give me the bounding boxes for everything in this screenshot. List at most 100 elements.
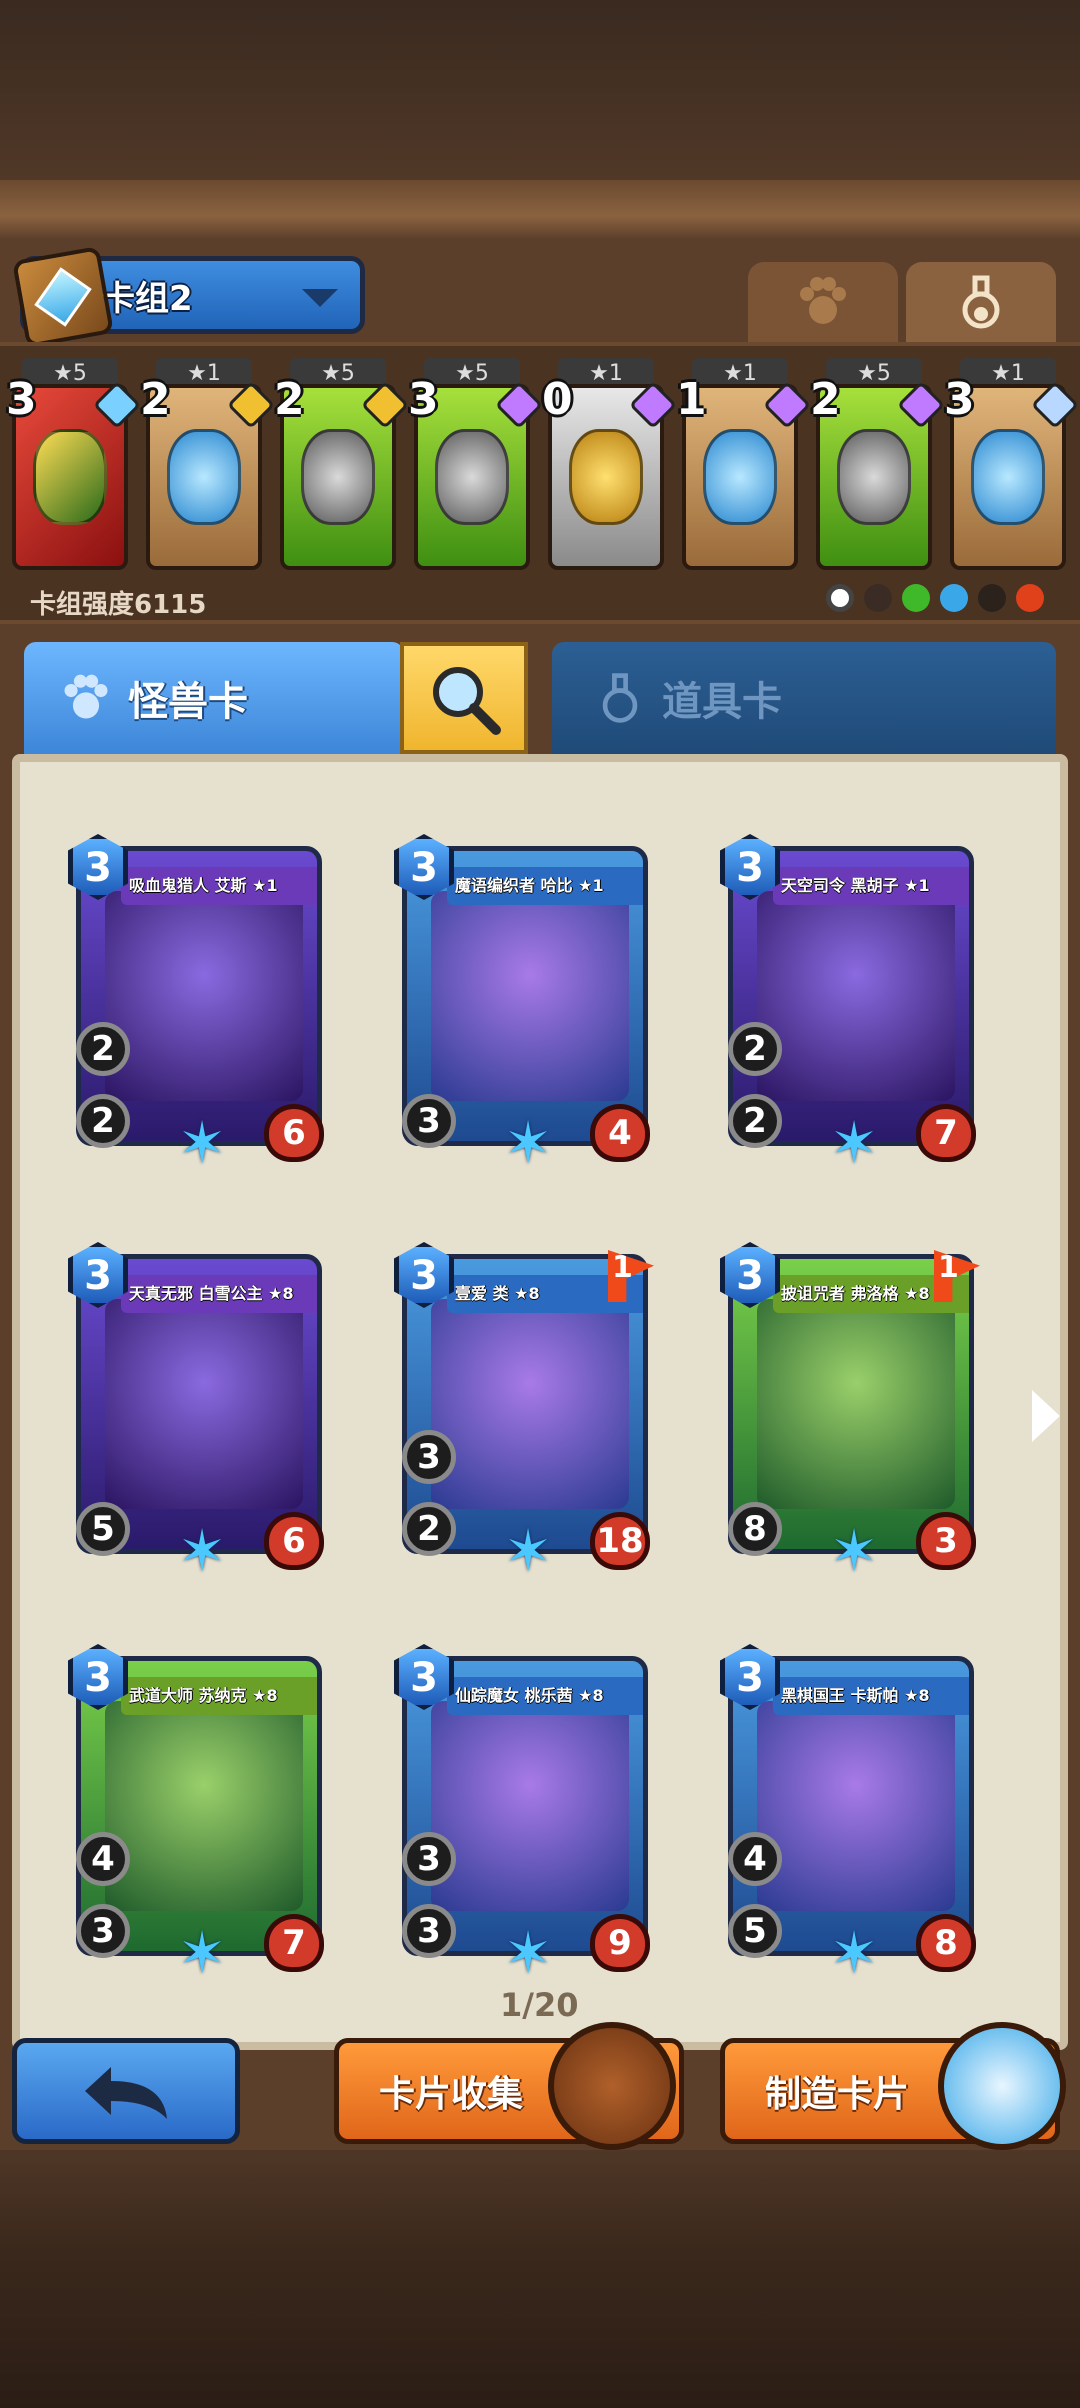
deck-card[interactable]: ★5 2: [810, 358, 946, 572]
card-health: 7: [916, 1104, 976, 1162]
tab-monster-filter[interactable]: [748, 262, 898, 342]
card-health: 6: [264, 1512, 324, 1570]
card-art: [431, 1701, 629, 1911]
card-art: [105, 1299, 303, 1509]
shadow-element-icon: [978, 584, 1006, 612]
card-health: 18: [590, 1512, 650, 1570]
card-health: 7: [264, 1914, 324, 1972]
card-attack: 5: [728, 1904, 782, 1958]
card-attack: 3: [402, 1094, 456, 1148]
deck-card-art: [837, 429, 911, 525]
card-art: [431, 891, 629, 1101]
card-health: 9: [590, 1914, 650, 1972]
back-button[interactable]: [12, 2038, 240, 2144]
page-indicator: 1/20: [500, 1986, 579, 2024]
star-rank-icon: ✶: [503, 1109, 553, 1177]
card-attack: 5: [76, 1502, 130, 1556]
star-rank-icon: ✶: [829, 1109, 879, 1177]
deck-card-art: [703, 429, 777, 525]
card-stat-top: 2: [76, 1022, 130, 1076]
card-attack: 8: [728, 1502, 782, 1556]
craft-potion-icon: [938, 2022, 1066, 2150]
fire-element-icon: [1016, 584, 1044, 612]
deck-card-art: [569, 429, 643, 525]
card-name: 仙踪魔女 桃乐茜 ★8: [447, 1677, 643, 1715]
deck-card-count: 0: [542, 374, 573, 425]
card-art: [105, 891, 303, 1101]
card-name: 黑棋国王 卡斯帕 ★8: [773, 1677, 969, 1715]
deck-card-art: [167, 429, 241, 525]
deck-card-art: [33, 429, 107, 525]
white-element-icon: [826, 584, 854, 612]
star-rank-icon: ✶: [503, 1517, 553, 1585]
star-rank-icon: ✶: [177, 1517, 227, 1585]
dark-element-icon: [864, 584, 892, 612]
search-icon: [433, 667, 501, 735]
paw-icon: [64, 674, 108, 719]
monster-card[interactable]: 吸血鬼猎人 艾斯 ★1 3 2 2 6 ✶: [68, 826, 330, 1172]
deck-card-count: 2: [274, 374, 305, 425]
deck-power: 卡组强度6115: [30, 590, 207, 620]
deck-card[interactable]: ★5 3: [6, 358, 142, 572]
tab-item-label: 道具卡: [662, 679, 782, 725]
monster-card[interactable]: 黑棋国王 卡斯帕 ★8 3 4 5 8 ✶: [720, 1636, 982, 1982]
monster-card[interactable]: 武道大师 苏纳克 ★8 3 4 3 7 ✶: [68, 1636, 330, 1982]
monster-card[interactable]: 魔语编织者 哈比 ★1 3 3 4 ✶: [394, 826, 656, 1172]
card-attack: 2: [402, 1502, 456, 1556]
deck-card-count: 2: [140, 374, 171, 425]
deck-book-icon: [12, 246, 114, 348]
monster-card[interactable]: 仙踪魔女 桃乐茜 ★8 3 3 3 9 ✶: [394, 1636, 656, 1982]
star-rank-icon: ✶: [177, 1109, 227, 1177]
potion-icon: [962, 275, 1000, 329]
deck-card[interactable]: ★5 3: [408, 358, 544, 572]
chevron-down-icon: [302, 289, 338, 307]
card-name: 天空司令 黑胡子 ★1: [773, 867, 969, 905]
deck-card-art: [435, 429, 509, 525]
deck-card[interactable]: ★1 0: [542, 358, 678, 572]
deck-card[interactable]: ★1 3: [944, 358, 1080, 572]
star-rank-icon: ✶: [829, 1517, 879, 1585]
search-button[interactable]: [400, 642, 528, 754]
card-attack: 2: [76, 1094, 130, 1148]
potion-icon: [602, 673, 638, 723]
card-collection-label: 卡片收集: [379, 2074, 524, 2115]
monster-card[interactable]: 天空司令 黑胡子 ★1 3 2 2 7 ✶: [720, 826, 982, 1172]
card-attack: 3: [76, 1904, 130, 1958]
top-wood-band: [0, 180, 1080, 240]
star-rank-icon: ✶: [177, 1919, 227, 1987]
tab-item-filter[interactable]: [906, 262, 1056, 342]
card-health: 6: [264, 1104, 324, 1162]
tab-monster-label: 怪兽卡: [128, 679, 248, 725]
deck-card[interactable]: ★1 2: [140, 358, 276, 572]
deck-card[interactable]: ★1 1: [676, 358, 812, 572]
paw-icon: [800, 277, 846, 324]
deck-card-count: 3: [944, 374, 975, 425]
tab-item-cards[interactable]: 道具卡: [552, 642, 1056, 754]
bottom-background: [0, 2150, 1080, 2408]
monster-card[interactable]: 披诅咒者 弗洛格 ★8 3 8 3 ✶ 1: [720, 1234, 982, 1580]
card-name: 吸血鬼猎人 艾斯 ★1: [121, 867, 317, 905]
tab-monster-cards[interactable]: 怪兽卡: [24, 642, 404, 754]
card-stat-top: 2: [728, 1022, 782, 1076]
deck-card-count: 3: [6, 374, 37, 425]
card-name: 魔语编织者 哈比 ★1: [447, 867, 643, 905]
nature-element-icon: [902, 584, 930, 612]
monster-card[interactable]: 天真无邪 白雪公主 ★8 3 5 6 ✶: [68, 1234, 330, 1580]
deck-card-count: 3: [408, 374, 439, 425]
deck-selector[interactable]: 卡组2: [12, 246, 365, 348]
craft-card-label: 制造卡片: [765, 2074, 910, 2115]
water-element-icon: [940, 584, 968, 612]
deck-card[interactable]: ★5 2: [274, 358, 410, 572]
card-art: [757, 1701, 955, 1911]
star-rank-icon: ✶: [829, 1919, 879, 1987]
deck-card-art: [971, 429, 1045, 525]
card-name: 天真无邪 白雪公主 ★8: [121, 1275, 317, 1313]
next-page-arrow[interactable]: [1032, 1390, 1060, 1442]
card-art: [757, 891, 955, 1101]
deck-card-art: [301, 429, 375, 525]
card-art: [757, 1299, 955, 1509]
deck-card-count: 1: [676, 374, 707, 425]
monster-card[interactable]: 壹爱 类 ★8 3 3 2 18 ✶ 1: [394, 1234, 656, 1580]
card-stat-top: 4: [76, 1832, 130, 1886]
card-collection-icon: [548, 2022, 676, 2150]
